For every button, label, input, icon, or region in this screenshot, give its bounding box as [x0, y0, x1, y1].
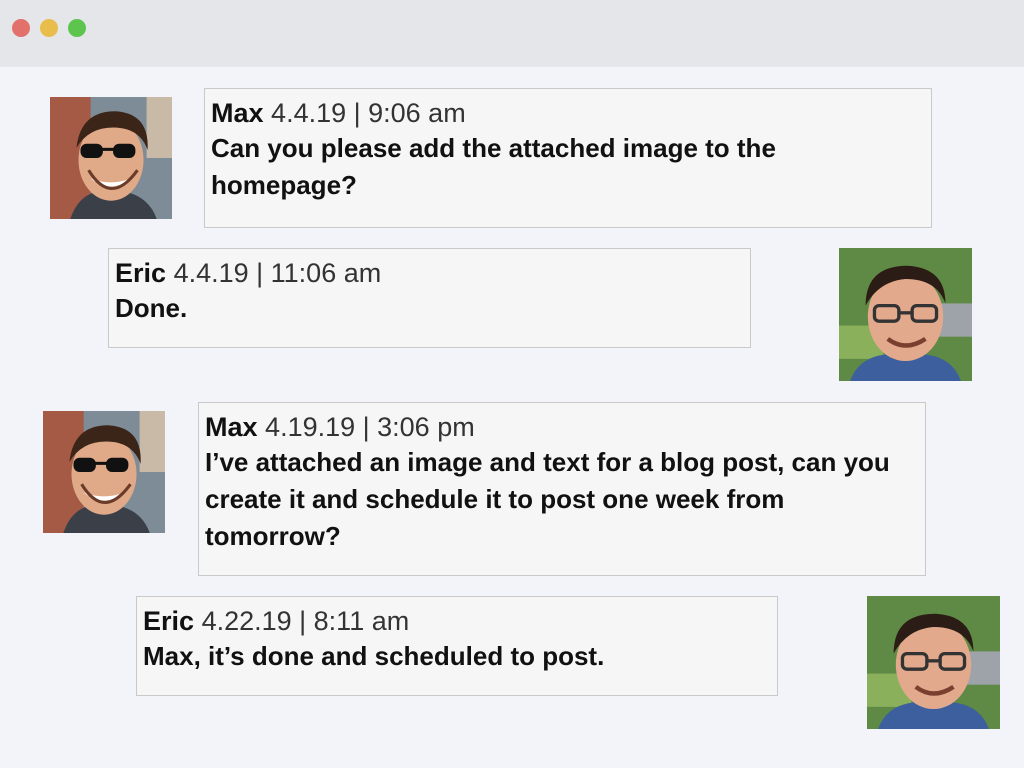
max-avatar: [50, 97, 172, 219]
message-text: Done.: [115, 293, 188, 323]
message-timestamp: 4.19.19 | 3:06 pm: [265, 412, 475, 442]
max-avatar: [43, 411, 165, 533]
message-bubble: Eric 4.22.19 | 8:11 am Max, it’s done an…: [136, 596, 778, 696]
message-text: Max, it’s done and scheduled to post.: [143, 641, 605, 671]
message-header: Eric 4.22.19 | 8:11 am: [143, 604, 771, 638]
sender-name: Max: [211, 98, 264, 128]
message-text: I’ve attached an image and text for a bl…: [205, 447, 890, 551]
sender-name: Eric: [143, 606, 195, 636]
sender-name: Max: [205, 412, 258, 442]
message-bubble: Eric 4.4.19 | 11:06 am Done.: [108, 248, 751, 348]
sender-name: Eric: [115, 258, 167, 288]
message-text: Can you please add the attached image to…: [211, 133, 776, 200]
message-header: Max 4.4.19 | 9:06 am: [211, 96, 925, 130]
message-timestamp: 4.4.19 | 11:06 am: [173, 258, 382, 288]
minimize-window-button[interactable]: [40, 19, 58, 37]
message-bubble: Max 4.4.19 | 9:06 am Can you please add …: [204, 88, 932, 228]
maximize-window-button[interactable]: [68, 19, 86, 37]
message-bubble: Max 4.19.19 | 3:06 pm I’ve attached an i…: [198, 402, 926, 576]
message-header: Max 4.19.19 | 3:06 pm: [205, 410, 919, 444]
eric-avatar: [867, 596, 1000, 729]
message-timestamp: 4.22.19 | 8:11 am: [201, 606, 410, 636]
message-header: Eric 4.4.19 | 11:06 am: [115, 256, 744, 290]
window-titlebar: [0, 0, 1024, 67]
message-timestamp: 4.4.19 | 9:06 am: [271, 98, 466, 128]
eric-avatar: [839, 248, 972, 381]
close-window-button[interactable]: [12, 19, 30, 37]
